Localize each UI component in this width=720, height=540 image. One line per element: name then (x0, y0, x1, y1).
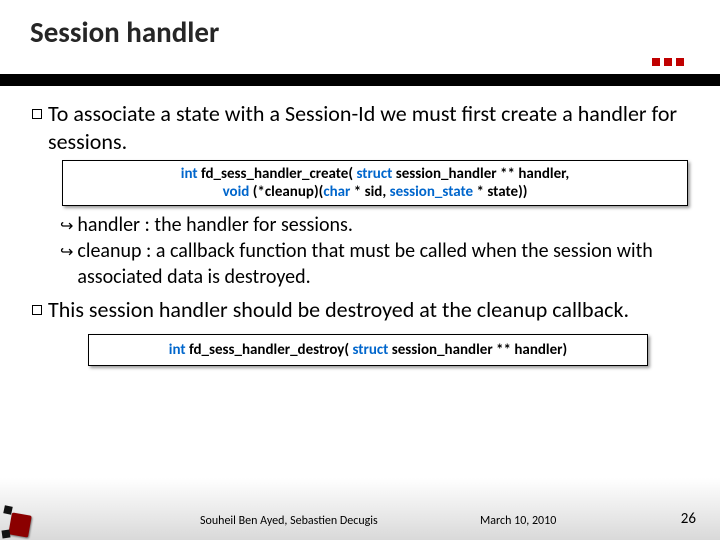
bullet-1-text: To associate a state with a Session-Id w… (48, 100, 688, 156)
arrow-icon: ↪ (60, 242, 73, 262)
bullet-1: To associate a state with a Session-Id w… (32, 100, 688, 156)
code-box-destroy: int fd_sess_handler_destroy( struct sess… (88, 334, 648, 366)
slide: Session handler To associate a state wit… (0, 0, 720, 540)
sub-bullet-cleanup: ↪ cleanup : a callback function that mus… (60, 238, 688, 290)
content-area: To associate a state with a Session-Id w… (32, 100, 688, 372)
sub-handler-text: handler : the handler for sessions. (77, 212, 353, 238)
code-create-line1: int fd_sess_handler_create( struct sessi… (73, 165, 677, 183)
sub-bullet-handler: ↪ handler : the handler for sessions. (60, 212, 688, 238)
decor-red-squares (652, 58, 684, 66)
footer-page-number: 26 (681, 510, 696, 528)
arrow-icon: ↪ (60, 216, 73, 236)
sub-cleanup-text: cleanup : a callback function that must … (77, 238, 688, 290)
square-bullet-icon (32, 109, 42, 119)
decor-black-bar (0, 74, 720, 86)
footer-date: March 10, 2010 (480, 514, 556, 528)
slide-title: Session handler (0, 0, 720, 50)
code-create-line2: void (*cleanup)(char * sid, session_stat… (73, 183, 677, 201)
bullet-2-text: This session handler should be destroyed… (48, 296, 629, 324)
footer-gradient (0, 478, 720, 540)
code-box-create: int fd_sess_handler_create( struct sessi… (62, 160, 688, 206)
code-destroy-line: int fd_sess_handler_destroy( struct sess… (103, 341, 633, 359)
square-bullet-icon (32, 305, 42, 315)
footer-author: Souheil Ben Ayed, Sebastien Decugis (200, 514, 378, 528)
bullet-2: This session handler should be destroyed… (32, 296, 688, 324)
